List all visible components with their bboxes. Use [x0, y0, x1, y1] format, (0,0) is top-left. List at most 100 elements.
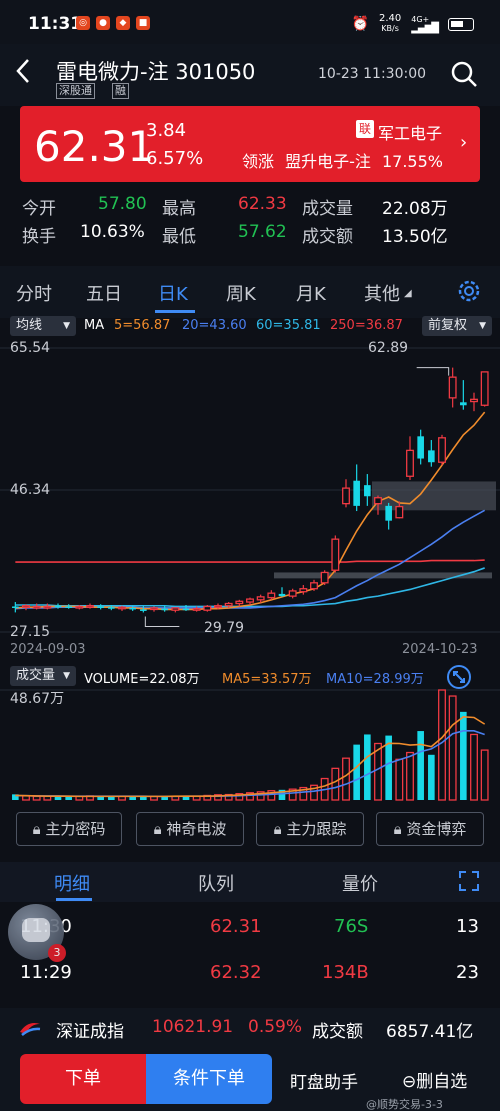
volume-max-label: 48.67万 [10, 691, 65, 707]
volume-bar [428, 754, 435, 800]
sector-leader[interactable]: 领涨 盟升电子-注 17.55% [242, 148, 443, 172]
stock-header: 雷电微力-注 301050 深股通 融 10-23 11:30:00 [0, 44, 500, 106]
volume-bar [417, 731, 424, 800]
vol_ma5-line [15, 716, 486, 798]
leader-name: 盟升电子-注 [285, 152, 371, 171]
indicator-select[interactable]: 成交量 ▼ [10, 666, 76, 686]
candle-body [480, 371, 489, 406]
period-tabs: 分时 五日 日K 周K 月K 其他 ◢ [0, 266, 500, 318]
order-button[interactable]: 下单 [20, 1054, 146, 1104]
sector-name[interactable]: 军工电子 [378, 120, 442, 144]
robot-icon [22, 918, 50, 942]
candle-body [406, 449, 414, 477]
candle-body [374, 497, 382, 505]
volume-chart[interactable]: 48.67万 [0, 686, 500, 802]
candle-body [32, 605, 41, 609]
volume-bar [97, 796, 104, 800]
candle-body [256, 596, 265, 601]
chevron-right-icon[interactable]: › [460, 132, 467, 153]
tool-label: 资金博弈 [406, 820, 467, 838]
tab-other[interactable]: 其他 [364, 280, 400, 306]
net-speed-unit: KB/s [381, 24, 399, 33]
leader-pct: 17.55% [381, 152, 443, 171]
table-row: 11:30 62.31 76S 13 [0, 904, 500, 950]
candle-body [448, 376, 457, 399]
app-icon: ■ [136, 16, 150, 30]
candle-body [12, 606, 19, 608]
candle-body [22, 605, 30, 608]
ma20-label: 20=43.60 [182, 318, 247, 333]
volume-bar [353, 744, 360, 800]
candle-body [428, 450, 435, 463]
search-icon[interactable] [450, 60, 478, 88]
candle-body [395, 505, 404, 519]
candle-body [150, 607, 158, 611]
volume-bar [438, 689, 446, 801]
y-max-label: 65.54 [10, 340, 51, 356]
tab-weekly-k[interactable]: 周K [226, 280, 256, 306]
index-bar[interactable]: 深证成指 10621.91 0.59% 成交额 6857.41亿 [0, 1008, 500, 1048]
candle-body [86, 605, 94, 608]
tab-queue[interactable]: 队列 [198, 870, 234, 896]
row-count: 23 [456, 962, 479, 983]
gear-icon[interactable] [456, 278, 482, 304]
y-mid-label: 46.34 [10, 482, 51, 498]
tab-monthly-k[interactable]: 月K [296, 280, 326, 306]
open-value: 57.80 [98, 194, 147, 214]
shenggutong-tag: 深股通 [56, 83, 95, 99]
candle-body [417, 436, 424, 459]
net-speed: 2.40 KB/s [379, 14, 401, 34]
kline-svg [0, 347, 500, 633]
remove-watchlist-button[interactable]: ⊖删自选 [402, 1067, 467, 1092]
leader-label: 领涨 [242, 152, 275, 171]
turnover-value: 10.63% [80, 222, 145, 242]
kline-chart[interactable]: 65.54 46.34 27.15 62.89 29.79 [0, 336, 500, 640]
row-volume: 76S [334, 916, 369, 937]
weibo-icon: ◎ [76, 16, 90, 30]
tab-five-day[interactable]: 五日 [86, 280, 122, 306]
candle-body [470, 398, 478, 403]
watermark: @顺势交易-3-3 [366, 1098, 443, 1111]
candle-body [246, 598, 254, 603]
candle-body [43, 605, 52, 609]
date-end: 2024-10-23 [402, 642, 478, 657]
conditional-order-button[interactable]: 条件下单 [146, 1054, 272, 1104]
tab-daily-k[interactable]: 日K [158, 280, 188, 306]
watch-assistant-button[interactable]: 盯盘助手 [290, 1068, 358, 1093]
main-force-track-button[interactable]: 🔒︎ 主力跟踪 [256, 812, 364, 846]
candle-body [182, 608, 190, 611]
volume-bar [470, 733, 478, 801]
back-icon[interactable] [16, 58, 30, 91]
lock-icon: 🔒︎ [32, 820, 41, 838]
candle-body [353, 480, 360, 506]
price-panel: 62.31 3.84 6.57% 联 军工电子 领涨 盟升电子-注 17.55%… [20, 106, 480, 182]
tool-label: 神奇电波 [166, 820, 227, 838]
magic-wave-button[interactable]: 🔒︎ 神奇电波 [136, 812, 244, 846]
volume-bar [32, 795, 41, 801]
assistant-avatar[interactable]: 3 [8, 904, 66, 962]
tab-volume-price[interactable]: 量价 [342, 870, 378, 896]
low-marker-line [144, 616, 180, 627]
candle-body [331, 538, 340, 571]
high-marker-line [416, 367, 450, 376]
candle-body [320, 571, 329, 584]
notification-badge: 3 [48, 944, 66, 962]
adjust-select[interactable]: 前复权 ▼ [422, 316, 492, 336]
tool-label: 主力密码 [45, 820, 106, 838]
detail-tabs: 明细 队列 量价 [0, 862, 500, 902]
open-label: 今开 [22, 199, 56, 219]
main-force-code-button[interactable]: 🔒︎ 主力密码 [16, 812, 122, 846]
ma250-label: 250=36.87 [330, 318, 403, 333]
tab-intraday[interactable]: 分时 [16, 280, 52, 306]
caret-down-icon: ▼ [479, 321, 486, 331]
ma-select[interactable]: 均线 ▼ [10, 316, 76, 336]
fund-game-button[interactable]: 🔒︎ 资金博弈 [376, 812, 484, 846]
candle-body [288, 590, 297, 597]
tool-label: 主力跟踪 [286, 820, 347, 838]
tab-detail[interactable]: 明细 [54, 870, 90, 896]
amount-label: 成交额 [302, 227, 353, 247]
fullscreen-icon[interactable] [458, 870, 480, 892]
volume-bar [342, 757, 350, 801]
ma20-line [15, 509, 486, 610]
candle-body [310, 582, 318, 590]
